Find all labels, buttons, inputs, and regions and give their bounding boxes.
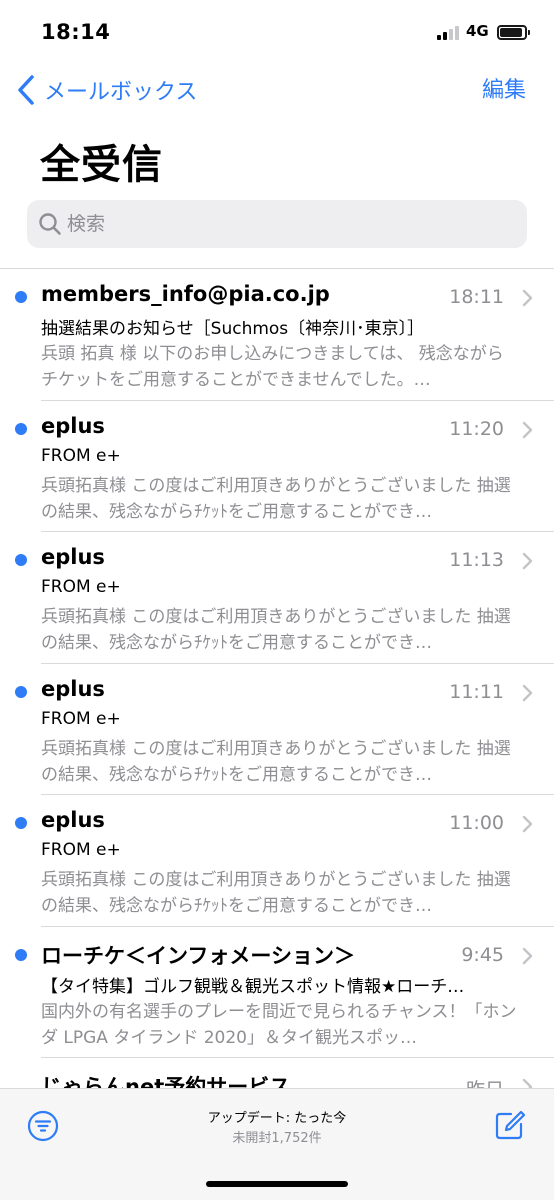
- mail-list: members_info@pia.co.jp 18:11 抽選結果のお知らせ［Suc…: [0, 268, 554, 1190]
- unread-dot-icon: [15, 554, 27, 566]
- back-button-label: メールボックス: [44, 80, 198, 105]
- mail-time: 11:13: [449, 549, 504, 571]
- mail-item[interactable]: eplus 11:00 FROM e+ 兵頭拓真様 この度はご利用頂きありがとうござい…: [0, 795, 554, 927]
- chevron-right-icon: [522, 421, 533, 438]
- unread-dot-icon: [15, 685, 27, 698]
- chevron-right-icon: [522, 552, 533, 570]
- unread-dot-icon: [15, 948, 27, 961]
- mail-sender: ローチケ＜インフォメーション＞: [41, 943, 355, 968]
- mail-subject: FROM e+: [41, 840, 121, 860]
- mail-preview: 兵頭拓真様 この度はご利用頂きありがとうございました 抽選の結果、残念ながらﾁｹ…: [41, 607, 511, 653]
- mail-preview: 兵頭拓真様 この度はご利用頂きありがとうございました 抽選の結果、残念ながらﾁｹ…: [41, 475, 511, 522]
- chevron-left-icon: [18, 75, 34, 105]
- update-status: アップデート: たった今: [207, 1111, 347, 1126]
- mail-time: 11:20: [449, 417, 504, 440]
- mail-preview: 兵頭拓真様 この度はご利用頂きありがとうございました 抽選の結果、残念ながらﾁｹ…: [41, 870, 511, 916]
- mail-time: 11:11: [449, 680, 504, 703]
- mail-sender: eplus: [41, 808, 105, 832]
- battery-level: [500, 28, 522, 37]
- home-indicator[interactable]: [206, 1181, 348, 1187]
- back-to-mailboxes-button[interactable]: メールボックス: [14, 70, 197, 110]
- mail-item[interactable]: eplus 11:13 FROM e+ 兵頭拓真様 この度はご利用頂きありがとうござい…: [0, 532, 554, 664]
- search-bar[interactable]: [27, 200, 527, 248]
- mail-subject: 【タイ特集】ゴルフ観戦＆観光スポット情報★ローチ…: [41, 976, 465, 997]
- mail-preview: 国内外の有名選手のプレーを間近で見られるチャンス！「ホンダ LPGA タイランド…: [41, 1001, 517, 1048]
- chevron-right-icon: [522, 947, 533, 964]
- mail-sender: members_info@pia.co.jp: [41, 282, 330, 306]
- mail-item[interactable]: ローチケ＜インフォメーション＞ 9:45 【タイ特集】ゴルフ観戦＆観光スポット情報★…: [0, 927, 554, 1058]
- search-icon: [39, 213, 61, 235]
- unread-dot-icon: [15, 817, 27, 829]
- network-type: 4G: [466, 22, 489, 40]
- mail-screen: 18:14 4G メールボックス 編集 全受信 members_info@pia…: [0, 0, 554, 1200]
- mail-subject: FROM e+: [41, 708, 121, 729]
- mail-item[interactable]: members_info@pia.co.jp 18:11 抽選結果のお知らせ［Suc…: [0, 269, 554, 401]
- mail-time: 11:00: [449, 812, 504, 834]
- chevron-right-icon: [522, 289, 533, 307]
- search-input[interactable]: [67, 213, 507, 235]
- mail-time: 18:11: [449, 286, 504, 308]
- chevron-right-icon: [522, 684, 533, 701]
- mail-sender: eplus: [41, 413, 105, 438]
- cellular-signal-icon: [437, 26, 463, 40]
- mail-subject: FROM e+: [41, 577, 121, 597]
- unread-dot-icon: [15, 422, 27, 435]
- unread-count: 未開封1,752件: [232, 1131, 322, 1146]
- status-time: 18:14: [41, 20, 111, 44]
- chevron-right-icon: [522, 815, 533, 833]
- compose-icon[interactable]: [494, 1109, 526, 1141]
- unread-dot-icon: [15, 291, 27, 303]
- mail-sender: eplus: [41, 676, 105, 701]
- mail-sender: eplus: [41, 545, 105, 569]
- status-bar: 18:14 4G: [0, 0, 554, 66]
- page-title: 全受信: [40, 142, 163, 188]
- mail-item[interactable]: eplus 11:11 FROM e+ 兵頭拓真様 この度はご利用頂きありがとうござい…: [0, 664, 554, 795]
- battery-icon: [497, 25, 530, 40]
- mail-time: 9:45: [461, 943, 504, 966]
- mail-subject: 抽選結果のお知らせ［Suchmos〔神奈川･東京〕］: [41, 319, 425, 339]
- mail-preview: 兵頭 拓真 様 以下のお申し込みにつきましては、 残念ながらチケットをご用意する…: [41, 344, 504, 390]
- mail-item[interactable]: eplus 11:20 FROM e+ 兵頭拓真様 この度はご利用頂きありがとうござい…: [0, 401, 554, 532]
- edit-button[interactable]: 編集: [482, 72, 526, 104]
- mail-subject: FROM e+: [41, 445, 121, 466]
- mail-preview: 兵頭拓真様 この度はご利用頂きありがとうございました 抽選の結果、残念ながらﾁｹ…: [41, 738, 511, 785]
